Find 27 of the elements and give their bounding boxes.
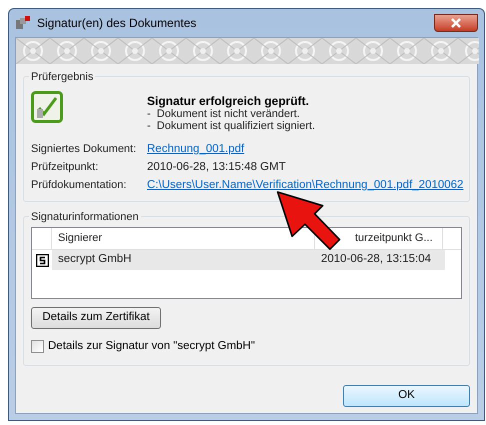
group-title: Signaturinformationen	[29, 209, 141, 226]
certificate-icon	[36, 254, 48, 266]
field-label: Prüfzeitpunkt:	[31, 160, 100, 176]
field-label: Signiertes Dokument:	[31, 142, 138, 158]
group-title: Prüfergebnis	[29, 69, 96, 86]
column-header[interactable]: Signierer	[58, 230, 102, 247]
file-link[interactable]: Rechnung_001.pdf	[147, 140, 244, 158]
file-link[interactable]: C:\Users\User.Name\Verification\Rechnung_001.pdf_2010062	[147, 176, 464, 194]
result-headline: Signatur erfolgreich geprüft.	[147, 94, 310, 108]
pointer-arrow	[276, 191, 342, 251]
table-row[interactable]: secrypt GmbH 2010-06-28, 13:15:04	[32, 250, 445, 270]
ok-button[interactable]: OK	[343, 385, 470, 407]
close-button[interactable]	[434, 14, 478, 32]
window-title: Signatur(en) des Dokumentes	[37, 15, 196, 32]
column-header[interactable]: turzeitpunkt G...	[355, 230, 433, 247]
close-icon	[451, 18, 461, 28]
table-cell-text: 2010-06-28, 13:15:04	[320, 252, 432, 268]
result-detail: - Dokument ist qualifiziert signiert.	[147, 120, 316, 132]
signature-details-checkbox[interactable]: Details zur Signatur von "secrypt GmbH"	[31, 338, 462, 356]
table-cell-text: secrypt GmbH	[57, 252, 132, 268]
certificate-details-button[interactable]: Details zum Zertifikat	[31, 307, 161, 329]
verified-seal-icon	[31, 91, 63, 123]
app-icon	[15, 15, 31, 31]
field-value: 2010-06-28, 13:15:48 GMT	[147, 160, 286, 175]
result-detail: - Dokument ist nicht verändert.	[147, 108, 301, 120]
checkbox[interactable]	[31, 340, 44, 354]
field-label: Prüfdokumentation:	[31, 178, 128, 194]
